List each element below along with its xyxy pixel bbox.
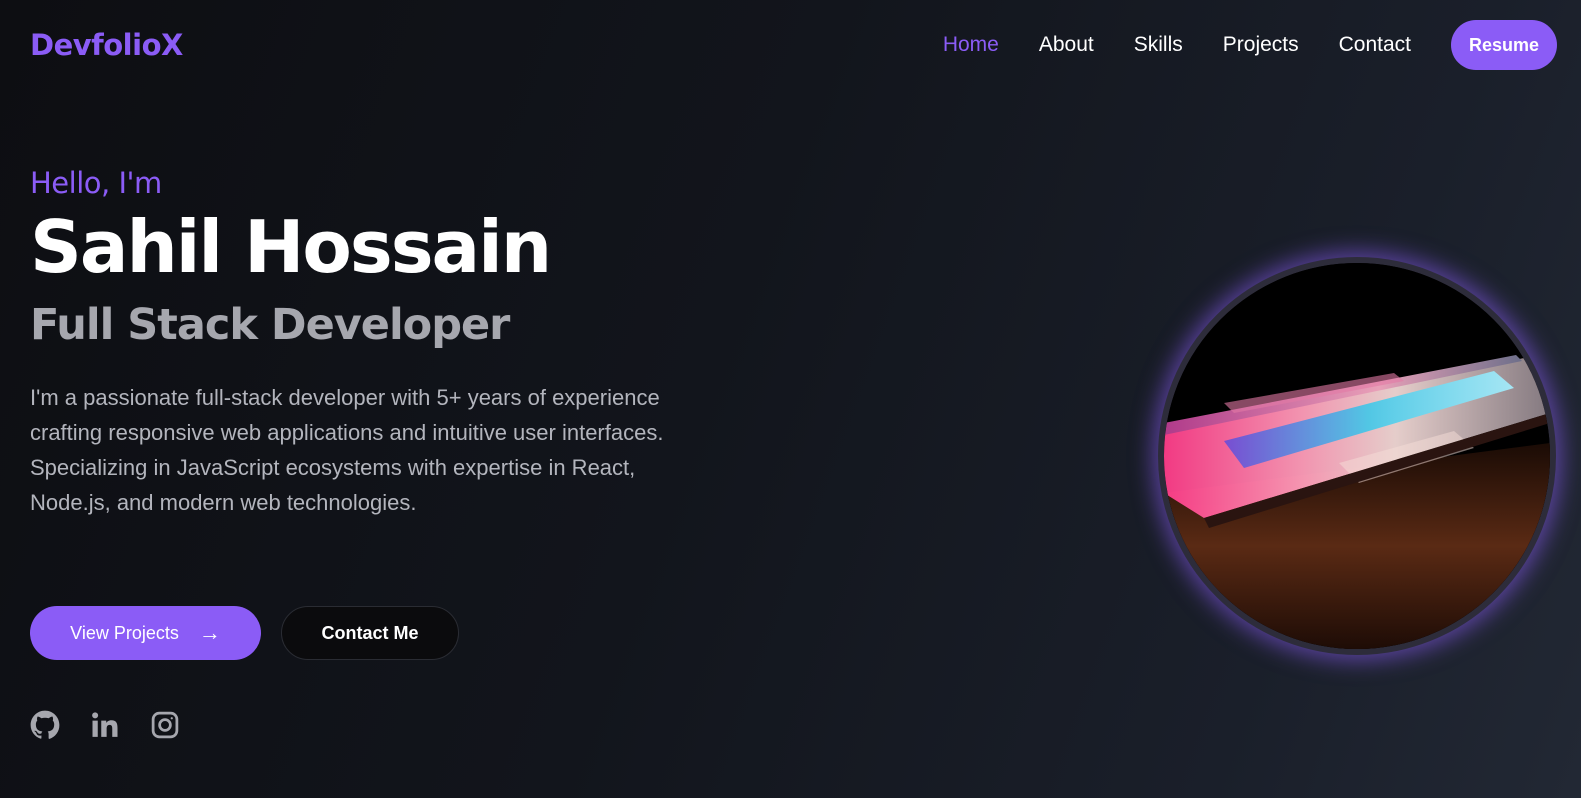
hero-actions: View Projects → Contact Me <box>30 606 459 660</box>
social-links <box>30 710 210 740</box>
portfolio-page: DevfolioX Home About Skills Projects Con… <box>0 0 1581 798</box>
contact-me-button[interactable]: Contact Me <box>281 606 459 660</box>
hero-greeting: Hello, I'm <box>30 166 162 200</box>
nav-link-home[interactable]: Home <box>943 33 999 57</box>
nav-link-contact[interactable]: Contact <box>1339 33 1411 57</box>
hero-name: Sahil Hossain <box>30 205 552 289</box>
hero-section: Hello, I'm Sahil Hossain Full Stack Deve… <box>30 166 680 520</box>
top-nav: DevfolioX Home About Skills Projects Con… <box>30 18 1557 72</box>
nav-link-about[interactable]: About <box>1039 33 1094 57</box>
brand-logo[interactable]: DevfolioX <box>30 28 183 62</box>
hero-bio: I'm a passionate full-stack developer wi… <box>30 384 664 515</box>
resume-button[interactable]: Resume <box>1451 20 1557 70</box>
nav-link-projects[interactable]: Projects <box>1223 33 1299 57</box>
linkedin-icon[interactable] <box>90 710 120 740</box>
view-projects-label: View Projects <box>70 622 179 643</box>
laptop-illustration <box>1164 263 1550 649</box>
hero-role: Full Stack Developer <box>30 299 510 350</box>
nav-link-skills[interactable]: Skills <box>1134 33 1183 57</box>
hero-image-laptop <box>1158 257 1556 655</box>
github-icon[interactable] <box>30 710 60 740</box>
arrow-right-icon: → <box>198 620 221 645</box>
nav-links: Home About Skills Projects Contact Resum… <box>903 20 1557 70</box>
instagram-icon[interactable] <box>150 710 180 740</box>
view-projects-button[interactable]: View Projects → <box>30 606 261 660</box>
